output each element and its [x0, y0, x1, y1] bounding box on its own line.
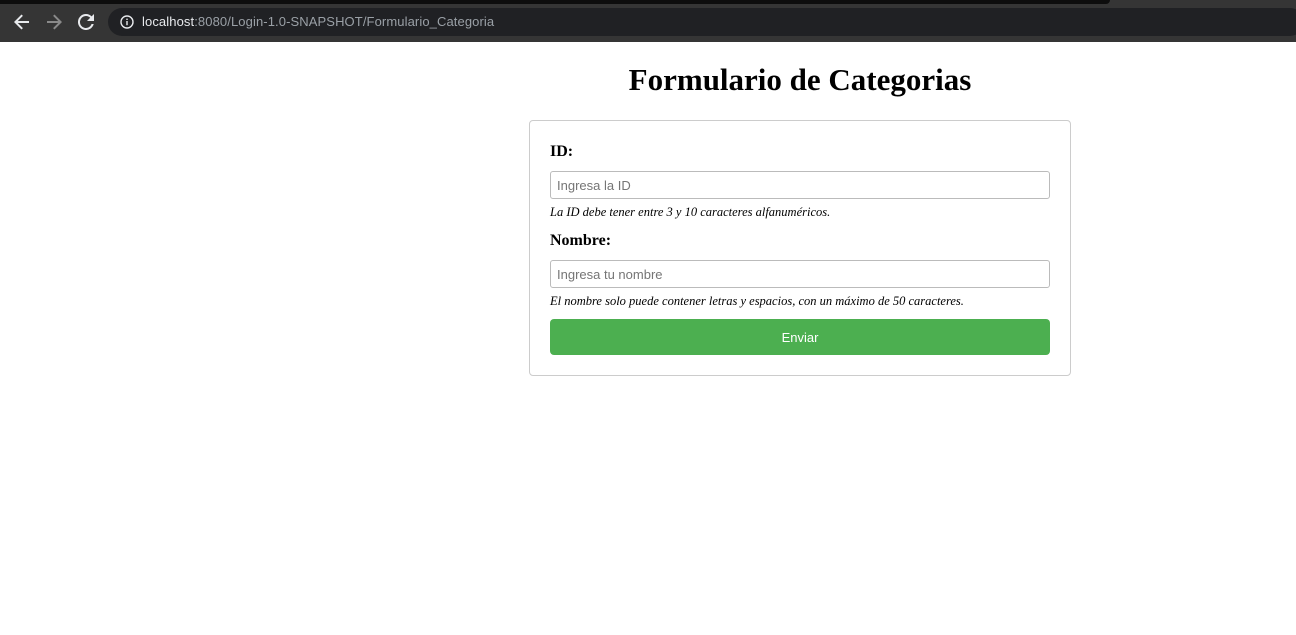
- url-text: localhost:8080/Login-1.0-SNAPSHOT/Formul…: [142, 14, 494, 29]
- info-icon[interactable]: [120, 15, 134, 29]
- back-arrow-icon: [14, 14, 30, 30]
- forward-button[interactable]: [43, 11, 65, 33]
- name-label: Nombre:: [550, 232, 612, 249]
- submit-button[interactable]: Enviar: [550, 319, 1050, 355]
- id-hint: La ID debe tener entre 3 y 10 caracteres…: [550, 205, 831, 219]
- name-hint: El nombre solo puede contener letras y e…: [550, 294, 964, 308]
- category-form: ID: La ID debe tener entre 3 y 10 caract…: [529, 120, 1071, 376]
- forward-arrow-icon: [46, 14, 62, 30]
- name-input[interactable]: [550, 260, 1050, 288]
- browser-toolbar: localhost:8080/Login-1.0-SNAPSHOT/Formul…: [0, 0, 1296, 42]
- address-bar[interactable]: localhost:8080/Login-1.0-SNAPSHOT/Formul…: [108, 8, 1296, 36]
- page-title: Formulario de Categorias: [628, 62, 972, 97]
- url-path: :8080/Login-1.0-SNAPSHOT/Formulario_Cate…: [194, 14, 495, 29]
- reload-icon: [78, 14, 94, 30]
- back-button[interactable]: [11, 11, 33, 33]
- reload-button[interactable]: [75, 11, 97, 33]
- tab-strip: [0, 0, 1110, 4]
- id-input[interactable]: [550, 171, 1050, 199]
- id-label: ID:: [550, 143, 574, 160]
- url-host: localhost: [142, 14, 195, 29]
